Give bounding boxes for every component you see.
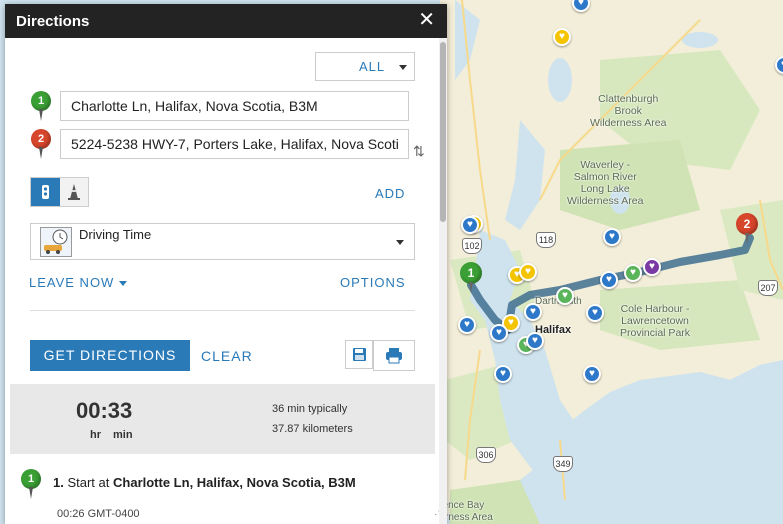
poi-heart-icon[interactable]: ♥ — [458, 316, 476, 334]
origin-input[interactable] — [60, 91, 409, 121]
origin-marker-icon: 1 — [30, 91, 52, 125]
panel-body[interactable]: ALL 1 2 ⇅ — [5, 38, 447, 524]
traffic-cone-button[interactable] — [60, 178, 88, 206]
leave-now-label: LEAVE NOW — [29, 275, 115, 290]
poi-heart-icon[interactable]: ♥ — [494, 365, 512, 383]
step-text: 1. Start at Charlotte Ln, Halifax, Nova … — [53, 475, 356, 490]
step-prefix: Start at — [67, 475, 110, 490]
poi-heart-icon[interactable]: ♥ — [556, 287, 574, 305]
get-directions-button[interactable]: GET DIRECTIONS — [30, 340, 190, 371]
traffic-light-icon — [42, 185, 49, 199]
map-label-clattenburgh: Clattenburgh Brook Wilderness Area — [590, 93, 667, 129]
poi-heart-icon[interactable]: ♥ — [490, 324, 508, 342]
summary-typical-time: 36 min typically — [272, 403, 348, 415]
options-button[interactable]: OPTIONS — [340, 275, 406, 290]
chevron-down-icon — [396, 240, 404, 245]
step-number: 1. — [53, 475, 64, 490]
caret-down-icon — [119, 281, 128, 287]
unit-hours: hr — [90, 429, 101, 441]
unit-minutes: min — [113, 429, 133, 441]
step-location: Charlotte Ln, Halifax, Nova Scotia, B3M — [113, 475, 356, 490]
travel-mode-select[interactable]: Driving Time — [30, 223, 415, 260]
divider — [30, 310, 415, 311]
map-label-waverley: Waverley - Salmon River Long Lake Wilder… — [567, 159, 644, 207]
poi-heart-icon[interactable]: ♥ — [624, 264, 642, 282]
highway-shield-102: 102 — [462, 238, 482, 254]
driving-mode-button[interactable] — [31, 178, 60, 206]
poi-heart-icon[interactable]: ♥ — [603, 228, 621, 246]
stops-filter-select[interactable]: ALL — [315, 52, 415, 81]
poi-heart-icon[interactable]: ♥ — [461, 216, 479, 234]
route-summary: 00:33 hr min 36 min typically 37.87 kilom… — [10, 384, 435, 454]
map-label-cole-harbour: Cole Harbour - Lawrencetown Provincial P… — [620, 303, 691, 339]
route-end-marker[interactable]: 2 — [736, 213, 758, 245]
directions-panel: Directions ✕ ALL 1 2 ⇅ — [5, 4, 447, 524]
swap-stops-icon[interactable]: ⇅ — [413, 143, 425, 160]
poi-heart-icon[interactable]: ♥ — [586, 304, 604, 322]
poi-heart-icon[interactable]: ♥ — [600, 271, 618, 289]
stop-row-origin: 1 — [30, 91, 420, 121]
travel-mode-value: Driving Time — [79, 227, 152, 242]
highway-shield-349: 349 — [553, 456, 573, 472]
summary-time: 00:33 — [76, 398, 133, 423]
destination-marker-icon: 2 — [30, 129, 52, 163]
highway-shield-118: 118 — [536, 232, 556, 248]
traffic-cone-icon — [68, 184, 80, 200]
step-time: 00:26 GMT-0400 — [57, 508, 140, 520]
scrollbar-thumb[interactable] — [440, 42, 446, 222]
stop-row-destination: 2 — [30, 129, 420, 159]
print-icon — [386, 348, 402, 364]
save-icon — [353, 348, 366, 361]
poi-heart-icon[interactable]: ♥ — [553, 28, 571, 46]
summary-distance: 37.87 kilometers — [272, 423, 353, 435]
add-stop-button[interactable]: ADD — [375, 186, 405, 201]
leave-now-dropdown[interactable]: LEAVE NOW — [29, 275, 128, 290]
destination-input[interactable] — [60, 129, 409, 159]
poi-heart-icon[interactable]: ♥ — [643, 258, 661, 276]
direction-step[interactable]: 1 1. Start at Charlotte Ln, Halifax, Nov… — [18, 469, 428, 509]
poi-heart-icon[interactable]: ♥ — [526, 332, 544, 350]
chevron-down-icon — [399, 65, 407, 70]
highway-shield-207: 207 — [758, 280, 778, 296]
panel-title: Directions — [16, 13, 90, 30]
poi-heart-icon[interactable]: ♥ — [524, 303, 542, 321]
close-button[interactable]: ✕ — [418, 10, 435, 30]
print-button[interactable] — [373, 340, 415, 371]
driving-time-icon — [40, 227, 72, 257]
save-button[interactable] — [345, 340, 373, 369]
summary-units: hr min — [90, 429, 145, 441]
travel-type-toggle — [30, 177, 89, 207]
route-start-marker[interactable]: 1 — [460, 262, 482, 294]
panel-header: Directions ✕ — [5, 4, 447, 38]
poi-heart-icon[interactable]: ♥ — [583, 365, 601, 383]
highway-shield-306: 306 — [476, 447, 496, 463]
poi-heart-icon[interactable]: ♥ — [519, 263, 537, 281]
step-start-marker-icon: 1 — [20, 469, 42, 503]
clear-button[interactable]: CLEAR — [201, 348, 253, 364]
stops-filter-value: ALL — [359, 59, 386, 74]
